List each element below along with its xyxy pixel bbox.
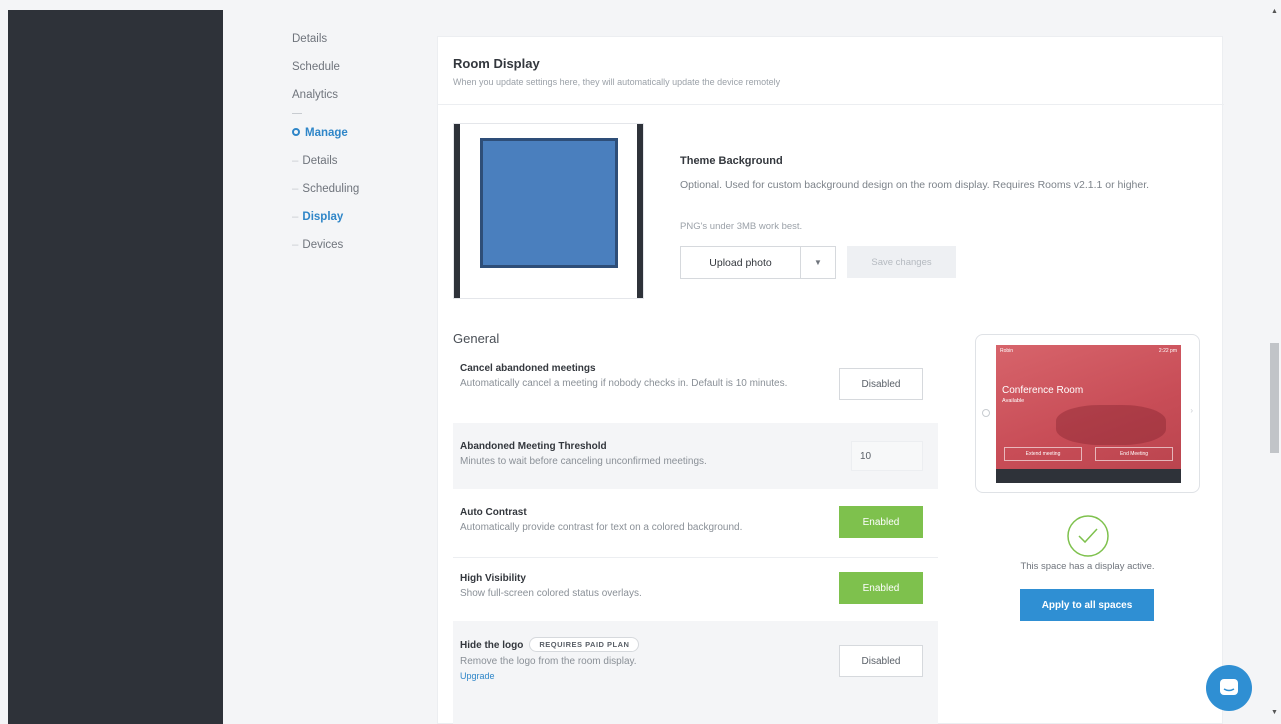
sub-navigation: Details Schedule Analytics Manage – Detai… — [223, 10, 423, 724]
upload-photo-group: Upload photo ▼ — [680, 246, 836, 279]
scroll-down-arrow-icon[interactable]: ▼ — [1268, 709, 1281, 716]
dash-icon: – — [292, 211, 299, 223]
preview-background-swatch — [480, 138, 618, 268]
subnav-divider — [292, 113, 302, 114]
upload-options-dropdown[interactable]: ▼ — [801, 247, 835, 278]
panel-title: Room Display — [453, 56, 540, 71]
dash-icon: – — [292, 155, 299, 167]
setting-description: Automatically provide contrast for text … — [460, 522, 743, 533]
subnav-item-devices[interactable]: – Devices — [292, 239, 343, 251]
setting-high-visibility: High Visibility Show full-screen colored… — [453, 557, 938, 619]
manage-ring-icon — [292, 128, 300, 136]
hide-logo-toggle[interactable]: Disabled — [839, 645, 923, 677]
upgrade-link[interactable]: Upgrade — [460, 671, 495, 681]
subnav-item-analytics[interactable]: Analytics — [292, 89, 338, 101]
general-section-title: General — [453, 331, 500, 346]
threshold-minutes-input[interactable]: 10 — [851, 441, 923, 471]
panel-header: Room Display When you update settings he… — [438, 37, 1224, 105]
preview-room-name: Conference Room — [1002, 385, 1084, 396]
apply-to-all-spaces-button[interactable]: Apply to all spaces — [1020, 589, 1154, 621]
setting-auto-contrast: Auto Contrast Automatically provide cont… — [453, 491, 938, 555]
save-changes-button[interactable]: Save changes — [847, 246, 956, 278]
preview-extend-button: Extend meeting — [1004, 447, 1082, 461]
preview-brand: Robin — [1000, 348, 1014, 354]
preview-frame-left — [454, 124, 460, 298]
chat-bubble-icon — [1220, 679, 1238, 695]
upload-photo-button[interactable]: Upload photo — [681, 247, 801, 278]
high-visibility-toggle[interactable]: Enabled — [839, 572, 923, 604]
room-display-tablet-preview: Robin 2:22 pm Conference Room Available … — [975, 334, 1200, 493]
cancel-abandoned-toggle[interactable]: Disabled — [839, 368, 923, 400]
paid-plan-badge: REQUIRES PAID PLAN — [529, 637, 640, 652]
tablet-screen: Robin 2:22 pm Conference Room Available … — [996, 345, 1181, 483]
page-scrollbar[interactable]: ▲ ▼ — [1268, 0, 1281, 724]
subnav-manage-label: Manage — [305, 127, 348, 139]
dash-icon: – — [292, 239, 299, 251]
setting-name: Cancel abandoned meetings — [460, 363, 596, 374]
subnav-item-scheduling[interactable]: – Scheduling — [292, 183, 359, 195]
preview-end-button: End Meeting — [1095, 447, 1173, 461]
dash-icon: – — [292, 183, 299, 195]
app-sidebar — [8, 10, 223, 724]
setting-name: Auto Contrast — [460, 507, 527, 518]
preview-frame-right — [637, 124, 643, 298]
subnav-item-schedule[interactable]: Schedule — [292, 61, 340, 73]
chat-launcher-button[interactable] — [1206, 665, 1252, 711]
preview-time: 2:22 pm — [1158, 348, 1177, 354]
theme-background-description: Optional. Used for custom background des… — [680, 179, 1150, 191]
setting-name: Abandoned Meeting Threshold — [460, 441, 607, 452]
preview-prev-dot[interactable] — [982, 409, 990, 417]
left-margin — [0, 0, 8, 724]
scroll-up-arrow-icon[interactable]: ▲ — [1268, 8, 1281, 15]
setting-abandoned-threshold: Abandoned Meeting Threshold Minutes to w… — [453, 423, 938, 489]
theme-background-note: PNG's under 3MB work best. — [680, 221, 803, 232]
check-circle-icon — [1067, 515, 1109, 557]
setting-description: Minutes to wait before canceling unconfi… — [460, 456, 707, 467]
subnav-item-manage[interactable]: Manage — [292, 127, 348, 139]
subnav-item-manage-details[interactable]: – Details — [292, 155, 338, 167]
subnav-item-display[interactable]: – Display — [292, 211, 343, 223]
setting-name: High Visibility — [460, 573, 526, 584]
scroll-thumb[interactable] — [1270, 343, 1279, 453]
subnav-child-label: Scheduling — [302, 183, 360, 195]
preview-room-photo — [1056, 405, 1166, 445]
subnav-child-label: Devices — [302, 239, 344, 251]
setting-description: Automatically cancel a meeting if nobody… — [460, 378, 788, 389]
setting-name-with-badge: Hide the logo REQUIRES PAID PLAN — [460, 637, 640, 652]
setting-description: Show full-screen colored status overlays… — [460, 588, 642, 599]
preview-room-status: Available — [1002, 398, 1025, 404]
display-active-status: This space has a display active. — [1020, 561, 1155, 572]
theme-background-title: Theme Background — [680, 155, 783, 167]
caret-down-icon: ▼ — [814, 258, 822, 267]
room-display-panel: Room Display When you update settings he… — [437, 36, 1224, 724]
setting-cancel-abandoned: Cancel abandoned meetings Automatically … — [453, 353, 938, 421]
chevron-right-icon[interactable]: › — [1190, 406, 1193, 415]
setting-description: Remove the logo from the room display. — [460, 656, 637, 667]
theme-background-preview — [453, 123, 644, 299]
subnav-child-label: Details — [302, 155, 338, 167]
panel-subtitle: When you update settings here, they will… — [453, 77, 781, 87]
top-strip — [0, 0, 1281, 10]
preview-bottom-bar — [996, 469, 1181, 483]
subnav-child-label: Display — [302, 211, 344, 223]
auto-contrast-toggle[interactable]: Enabled — [839, 506, 923, 538]
setting-hide-logo: Hide the logo REQUIRES PAID PLAN Remove t… — [453, 621, 938, 724]
subnav-item-details[interactable]: Details — [292, 33, 327, 45]
setting-name: Hide the logo — [460, 640, 524, 651]
